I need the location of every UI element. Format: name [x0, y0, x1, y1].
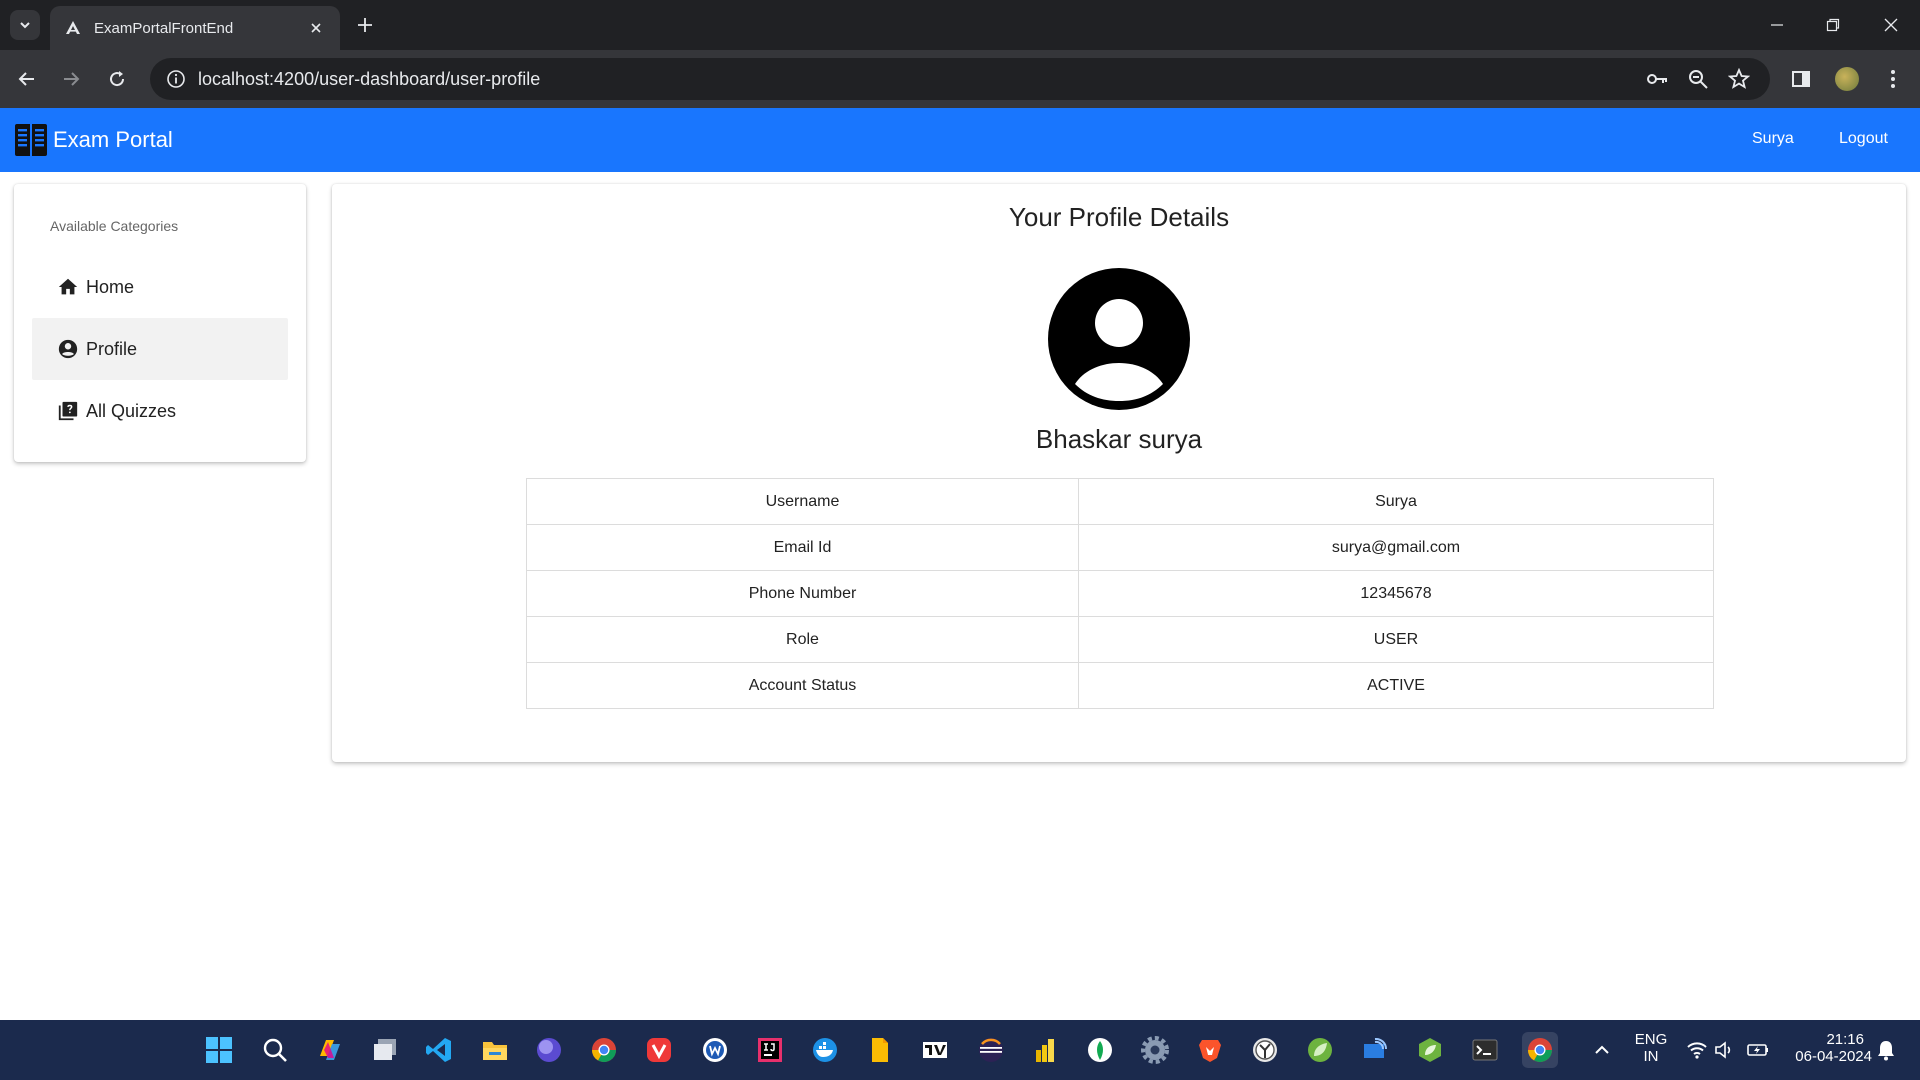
profile-card: Your Profile Details Bhaskar surya Usern… [332, 184, 1906, 762]
vivaldi-icon[interactable] [641, 1032, 677, 1068]
angular-favicon-icon [64, 19, 82, 37]
file-explorer-icon[interactable] [477, 1032, 513, 1068]
back-icon[interactable] [14, 66, 40, 92]
settings-gear-icon[interactable] [1137, 1032, 1173, 1068]
notes-app-icon[interactable] [862, 1032, 898, 1068]
app-purple-icon[interactable] [531, 1032, 567, 1068]
battery-icon[interactable] [1740, 1032, 1776, 1068]
address-bar[interactable]: localhost:4200/user-dashboard/user-profi… [150, 58, 1770, 100]
chrome-active-icon[interactable] [1522, 1032, 1558, 1068]
table-row: Email Id surya@gmail.com [526, 524, 1714, 571]
profile-avatar-icon [1048, 268, 1190, 410]
volume-icon[interactable] [1706, 1032, 1742, 1068]
row-label: Email Id [526, 524, 1079, 571]
windows-start-icon[interactable] [201, 1032, 237, 1068]
home-icon [56, 275, 80, 299]
tab-close-icon[interactable] [306, 18, 326, 38]
intellij-icon[interactable] [752, 1032, 788, 1068]
remote-desktop-icon[interactable] [1357, 1032, 1393, 1068]
table-row: Role USER [526, 616, 1714, 663]
row-label: Phone Number [526, 570, 1079, 617]
site-info-icon[interactable] [164, 67, 188, 91]
book-logo-icon [14, 122, 48, 158]
power-bi-icon[interactable] [1027, 1032, 1063, 1068]
language-indicator[interactable]: ENG IN [1630, 1031, 1672, 1065]
word-app-icon[interactable] [697, 1032, 733, 1068]
quiz-icon [56, 399, 80, 423]
table-row: Account Status ACTIVE [526, 662, 1714, 709]
browser-menu-icon[interactable] [1880, 66, 1906, 92]
zoom-icon[interactable] [1686, 67, 1710, 91]
vscode-icon[interactable] [421, 1032, 457, 1068]
docker-icon[interactable] [807, 1032, 843, 1068]
task-view-icon[interactable] [367, 1032, 403, 1068]
row-value: ACTIVE [1078, 662, 1714, 709]
spring-boot-icon[interactable] [1412, 1032, 1448, 1068]
tab-title: ExamPortalFrontEnd [94, 19, 234, 37]
windows-taskbar: ENG IN 21:16 06-04-2024 [0, 1020, 1920, 1080]
minimize-icon[interactable] [1762, 12, 1792, 38]
row-value: Surya [1078, 478, 1714, 525]
tradingview-icon[interactable] [917, 1032, 953, 1068]
profile-full-name: Bhaskar surya [1035, 424, 1203, 454]
page-title: Your Profile Details [1008, 202, 1230, 232]
sidebar-item-home[interactable]: Home [32, 256, 288, 318]
browser-tab-bar: ExamPortalFrontEnd [0, 0, 1920, 50]
side-panel-icon[interactable] [1788, 66, 1814, 92]
notifications-bell-icon[interactable] [1868, 1032, 1904, 1068]
row-label: Account Status [526, 662, 1079, 709]
close-window-icon[interactable] [1876, 12, 1906, 38]
region-code: IN [1643, 1048, 1659, 1065]
language-code: ENG [1634, 1031, 1668, 1048]
restore-icon[interactable] [1818, 12, 1848, 38]
clock-app-icon[interactable] [1247, 1032, 1283, 1068]
sidebar-item-all-quizzes[interactable]: All Quizzes [32, 380, 288, 442]
logout-link[interactable]: Logout [1839, 130, 1888, 148]
sidebar-item-profile[interactable]: Profile [32, 318, 288, 380]
chrome-icon[interactable] [586, 1032, 622, 1068]
password-key-icon[interactable] [1645, 67, 1669, 91]
url-text: localhost:4200/user-dashboard/user-profi… [198, 68, 541, 89]
tray-chevron-up-icon[interactable] [1584, 1032, 1620, 1068]
brave-icon[interactable] [1192, 1032, 1228, 1068]
app-header: Exam Portal Surya Logout [0, 108, 1920, 172]
sidebar-heading: Available Categories [50, 218, 179, 234]
bookmark-star-icon[interactable] [1727, 67, 1751, 91]
header-user-link[interactable]: Surya [1752, 130, 1794, 148]
sidebar: Available Categories Home Profile All Qu… [14, 184, 306, 462]
table-row: Phone Number 12345678 [526, 570, 1714, 617]
row-label: Username [526, 478, 1079, 525]
search-icon[interactable] [257, 1032, 293, 1068]
brand-title[interactable]: Exam Portal [53, 127, 173, 153]
row-value: USER [1078, 616, 1714, 663]
sidebar-item-label: Profile [86, 338, 138, 359]
clock[interactable]: 21:16 06-04-2024 [1778, 1031, 1872, 1065]
row-value: 12345678 [1078, 570, 1714, 617]
copilot-icon[interactable] [312, 1032, 348, 1068]
browser-tab[interactable]: ExamPortalFrontEnd [50, 6, 340, 50]
account-circle-icon [56, 337, 80, 361]
clock-time: 21:16 [1826, 1031, 1864, 1048]
sidebar-item-label: All Quizzes [86, 400, 177, 421]
new-tab-icon[interactable] [352, 12, 378, 38]
browser-toolbar: localhost:4200/user-dashboard/user-profi… [0, 50, 1920, 108]
sidebar-item-label: Home [86, 276, 135, 297]
profile-details-table: Username Surya Email Id surya@gmail.com … [526, 478, 1714, 709]
reload-icon[interactable] [104, 66, 130, 92]
browser-profile-avatar[interactable] [1835, 67, 1859, 91]
clock-date: 06-04-2024 [1795, 1048, 1872, 1065]
terminal-icon[interactable] [1467, 1032, 1503, 1068]
tab-search-dropdown-icon[interactable] [10, 10, 40, 40]
eclipse-icon[interactable] [973, 1032, 1009, 1068]
row-value: surya@gmail.com [1078, 524, 1714, 571]
table-row: Username Surya [526, 478, 1714, 525]
row-label: Role [526, 616, 1079, 663]
forward-icon[interactable] [58, 66, 84, 92]
mongodb-compass-icon[interactable] [1082, 1032, 1118, 1068]
spring-tools-icon[interactable] [1302, 1032, 1338, 1068]
